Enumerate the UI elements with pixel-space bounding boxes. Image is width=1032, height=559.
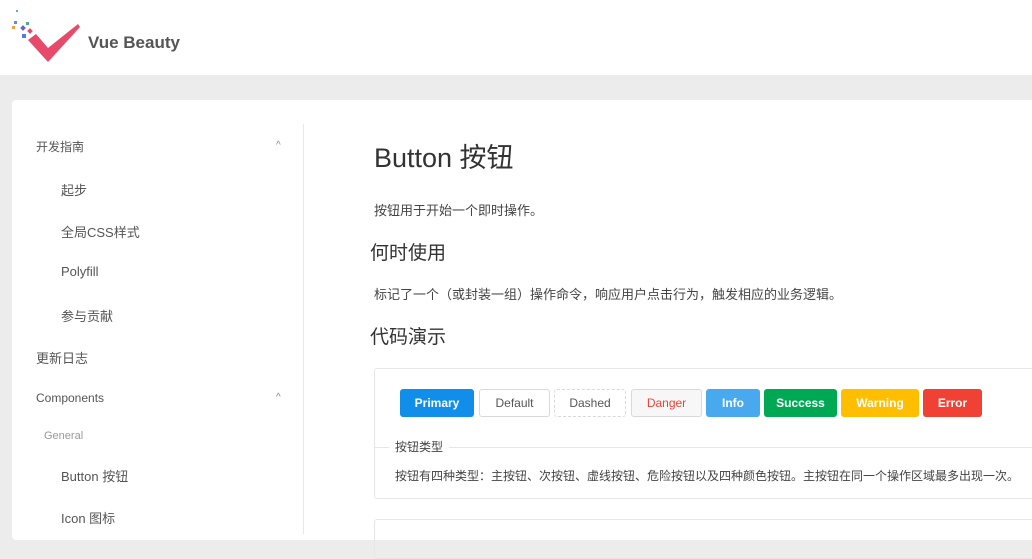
sidebar-item-polyfill[interactable]: Polyfill [61,264,99,279]
sidebar [12,124,304,534]
sidebar-item-icon[interactable]: Icon 图标 [61,508,115,527]
sidebar-item-css[interactable]: 全局CSS样式 [61,222,140,241]
demo-legend: 按钮类型 [389,438,450,455]
divider [375,447,1032,448]
danger-button[interactable]: Danger [631,389,702,417]
chevron-up-icon[interactable]: ^ [276,140,281,151]
sidebar-item-changelog[interactable]: 更新日志 [36,348,88,367]
default-button[interactable]: Default [479,389,550,417]
page-title: Button 按钮 [374,143,514,173]
demo-description: 按钮有四种类型：主按钮、次按钮、虚线按钮、危险按钮以及四种颜色按钮。主按钮在同一… [395,469,1020,483]
when-heading: 何时使用 [370,243,447,264]
sidebar-group-guide[interactable]: 开发指南 [36,138,84,155]
primary-button[interactable]: Primary [400,389,474,417]
logo-icon [12,10,80,62]
chevron-up-icon[interactable]: ^ [276,392,281,403]
sidebar-subgroup-general: General [44,430,84,442]
sidebar-item-contribute[interactable]: 参与贡献 [61,306,113,325]
success-button[interactable]: Success [764,389,837,417]
error-button[interactable]: Error [923,389,982,417]
sidebar-group-components[interactable]: Components [36,391,104,405]
intro-text: 按钮用于开始一个即时操作。 [374,203,544,218]
sidebar-item-start[interactable]: 起步 [61,180,87,199]
demo-box [374,519,1032,559]
demo-heading: 代码演示 [370,327,447,348]
brand-name[interactable]: Vue Beauty [88,33,180,53]
sidebar-item-button[interactable]: Button 按钮 [61,466,128,485]
when-text: 标记了一个（或封装一组）操作命令，响应用户点击行为，触发相应的业务逻辑。 [374,287,843,302]
warning-button[interactable]: Warning [841,389,919,417]
info-button[interactable]: Info [706,389,760,417]
dashed-button[interactable]: Dashed [554,389,626,417]
header: Vue Beauty [0,0,1032,75]
